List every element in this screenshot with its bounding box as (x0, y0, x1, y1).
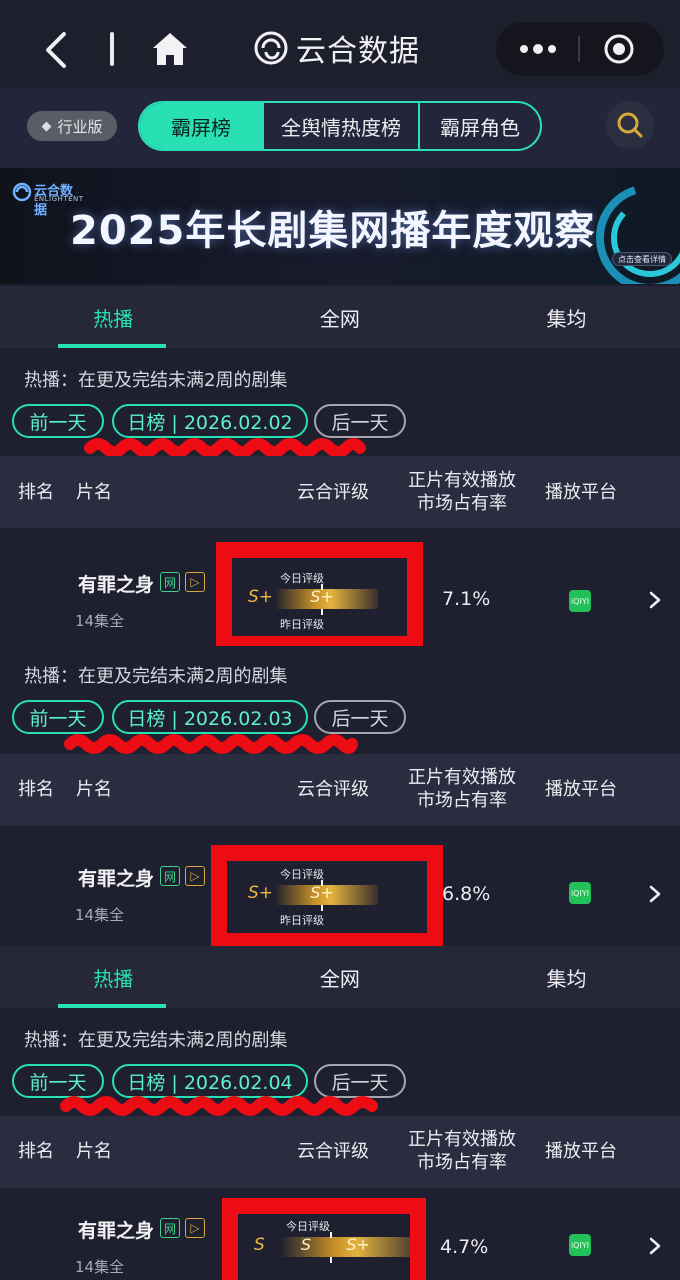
network-tag: 网 (160, 866, 180, 886)
table-header: 排名 片名 云合评级 正片有效播放 市场占有率 播放平台 (0, 754, 680, 826)
iqiyi-platform-icon: iQIYI (569, 1234, 591, 1256)
red-highlight-box (222, 1198, 426, 1280)
app-title: 云合数据 (296, 34, 420, 69)
iqiyi-platform-icon: iQIYI (569, 590, 591, 612)
episode-count: 14集全 (75, 612, 125, 630)
col-share-line1: 正片有效播放 (408, 470, 516, 491)
next-day-button[interactable]: 后一天 (314, 404, 406, 438)
col-platform: 播放平台 (545, 482, 617, 503)
col-rating: 云合评级 (297, 482, 369, 503)
brand: 云合数据 (254, 26, 420, 70)
tab-all-network[interactable]: 全网 (227, 946, 454, 1008)
play-icon: ▷ (185, 572, 205, 592)
col-rank: 排名 (18, 482, 54, 503)
col-rank: 排名 (18, 779, 54, 800)
red-highlight-box (216, 542, 423, 652)
show-title: 有罪之身 (78, 574, 155, 596)
promo-banner[interactable]: 云合数据 ENLIGHTENT 2025年长剧集网播年度观察 点击查看详情 (0, 168, 680, 284)
search-icon (617, 112, 643, 138)
market-share: 4.7% (440, 1236, 489, 1258)
filter-row: ◆ 行业版 霸屏榜 全舆情热度榜 霸屏角色 (0, 88, 680, 168)
network-tag: 网 (160, 1218, 180, 1238)
capsule-divider (578, 36, 580, 62)
play-icon: ▷ (185, 866, 205, 886)
date-picker[interactable]: 日榜 | 2026.02.04 (112, 1064, 308, 1098)
more-dots-icon[interactable] (516, 39, 560, 59)
banner-logo-icon (12, 182, 32, 202)
ranking-segment: 霸屏榜 全舆情热度榜 霸屏角色 (138, 101, 542, 151)
red-scribble-underline (60, 1096, 378, 1116)
capsule-menu (496, 22, 664, 76)
chevron-right-icon (649, 1237, 661, 1255)
red-scribble-underline (84, 438, 366, 458)
col-title: 片名 (76, 1141, 112, 1162)
section-description: 热播：在更及完结未满2周的剧集 (24, 1030, 288, 1051)
nav-divider (110, 32, 114, 66)
edition-label: 行业版 (57, 117, 103, 136)
iqiyi-platform-icon: iQIYI (569, 882, 591, 904)
col-rank: 排名 (18, 1141, 54, 1162)
col-rating: 云合评级 (297, 779, 369, 800)
market-share: 7.1% (442, 588, 491, 610)
prev-day-button[interactable]: 前一天 (12, 1064, 104, 1098)
col-share-line1: 正片有效播放 (408, 1129, 516, 1150)
date-picker[interactable]: 日榜 | 2026.02.03 (112, 700, 308, 734)
table-header: 排名 片名 云合评级 正片有效播放 市场占有率 播放平台 (0, 1116, 680, 1188)
yunhe-logo-icon (254, 31, 288, 65)
edition-badge[interactable]: ◆ 行业版 (27, 111, 117, 141)
banner-ring-decoration (596, 184, 680, 284)
show-title: 有罪之身 (78, 868, 155, 890)
tab-per-episode[interactable]: 集均 (453, 286, 680, 348)
next-day-button[interactable]: 后一天 (314, 700, 406, 734)
col-platform: 播放平台 (545, 1141, 617, 1162)
next-day-button[interactable]: 后一天 (314, 1064, 406, 1098)
chevron-right-icon (649, 591, 661, 609)
col-share-line2: 市场占有率 (417, 790, 507, 811)
table-header: 排名 片名 云合评级 正片有效播放 市场占有率 播放平台 (0, 456, 680, 528)
segment-dominance-list[interactable]: 霸屏榜 (140, 103, 262, 149)
chevron-right-icon (649, 885, 661, 903)
banner-title: 2025年长剧集网播年度观察 (70, 208, 596, 254)
segment-sentiment-heat-list[interactable]: 全舆情热度榜 (262, 103, 418, 149)
episode-count: 14集全 (75, 906, 125, 924)
col-title: 片名 (76, 482, 112, 503)
red-highlight-box (211, 845, 443, 949)
section-info: 热播：在更及完结未满2周的剧集 前一天 日榜 | 2026.02.04 后一天 (0, 1008, 680, 1116)
show-title: 有罪之身 (78, 1220, 155, 1242)
network-tag: 网 (160, 572, 180, 592)
section-description: 热播：在更及完结未满2周的剧集 (24, 666, 288, 687)
prev-day-button[interactable]: 前一天 (12, 700, 104, 734)
col-share-line2: 市场占有率 (417, 1152, 507, 1173)
segment-dominant-roles[interactable]: 霸屏角色 (418, 103, 540, 149)
red-scribble-underline (64, 734, 358, 754)
tab-all-network[interactable]: 全网 (227, 286, 454, 348)
section-info: 热播：在更及完结未满2周的剧集 前一天 日榜 | 2026.02.02 后一天 (0, 348, 680, 458)
section-description: 热播：在更及完结未满2周的剧集 (24, 370, 288, 391)
category-tabs: 热播 全网 集均 (0, 946, 680, 1008)
category-tabs: 热播 全网 集均 (0, 286, 680, 348)
col-share-line2: 市场占有率 (417, 493, 507, 514)
date-picker[interactable]: 日榜 | 2026.02.02 (112, 404, 308, 438)
banner-detail-button[interactable]: 点击查看详情 (612, 252, 672, 266)
col-share-line1: 正片有效播放 (408, 767, 516, 788)
tab-hot[interactable]: 热播 (0, 286, 227, 348)
tab-hot[interactable]: 热播 (0, 946, 227, 1008)
col-platform: 播放平台 (545, 779, 617, 800)
market-share: 6.8% (442, 883, 491, 905)
prev-day-button[interactable]: 前一天 (12, 404, 104, 438)
back-arrow-icon[interactable] (40, 30, 74, 70)
col-title: 片名 (76, 779, 112, 800)
home-icon[interactable] (150, 30, 190, 68)
diamond-icon: ◆ (41, 118, 52, 134)
tab-per-episode[interactable]: 集均 (453, 946, 680, 1008)
close-target-icon[interactable] (603, 33, 635, 65)
col-rating: 云合评级 (297, 1141, 369, 1162)
search-button[interactable] (606, 101, 654, 149)
mini-program-nav-bar: 云合数据 (0, 0, 680, 88)
play-icon: ▷ (185, 1218, 205, 1238)
section-info: 热播：在更及完结未满2周的剧集 前一天 日榜 | 2026.02.03 后一天 (0, 646, 680, 754)
episode-count: 14集全 (75, 1258, 125, 1276)
